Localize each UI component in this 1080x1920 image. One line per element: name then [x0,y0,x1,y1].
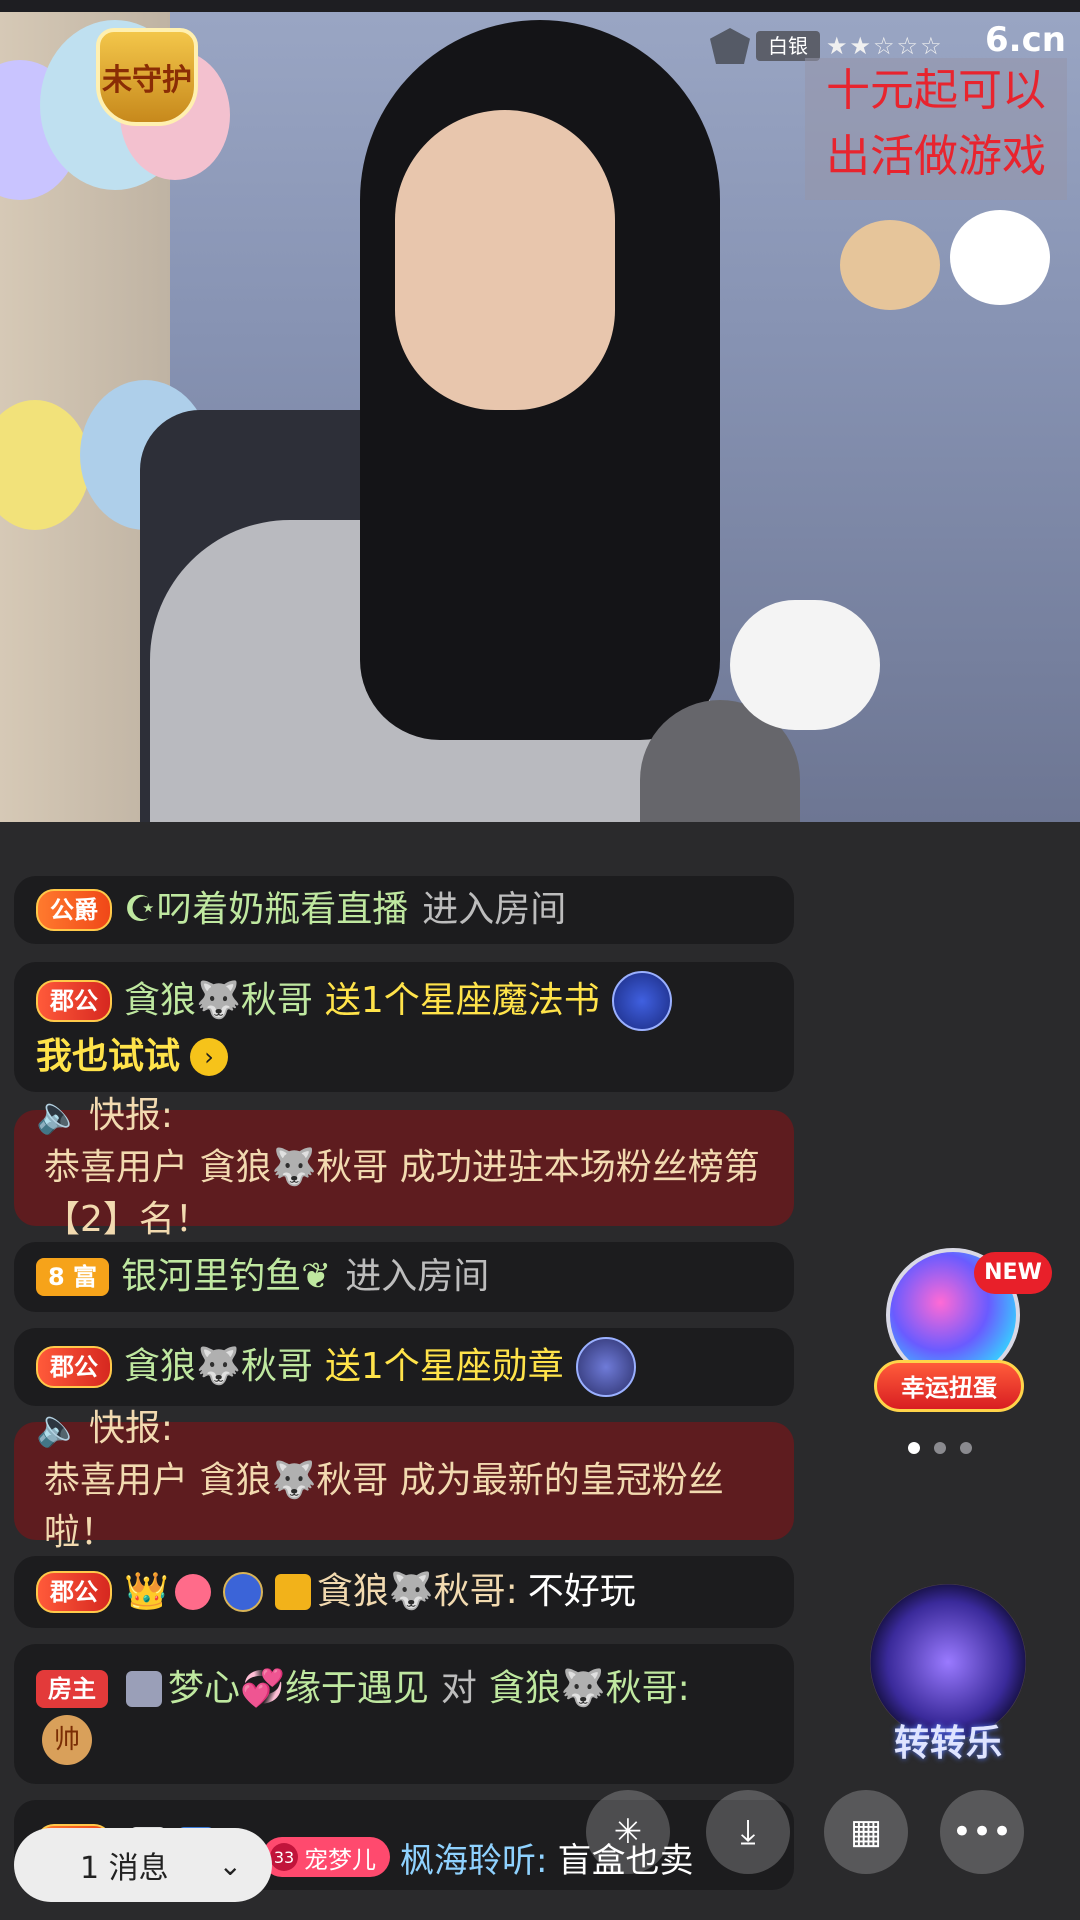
user-badge: 郡公 [36,980,112,1022]
alert-text: 恭喜用户 貪狼🐺秋哥 成为最新的皇冠粉丝啦！ [44,1460,724,1553]
try-it-link[interactable]: 我也试试 [36,1031,180,1083]
heart-medal-icon [174,1574,211,1610]
chat-message: 郡公 貪狼🐺秋哥 送1个星座勋章 [14,1328,794,1406]
more-icon: ••• [951,1812,1013,1852]
carousel-dot[interactable] [908,1442,920,1454]
reply-target[interactable]: 貪狼🐺秋哥: [489,1663,690,1715]
avatar-frame-icon [274,1574,311,1610]
rank-emblem-icon [710,28,750,64]
alert-prefix: 快报: [88,1095,173,1136]
chat-message: 郡公 👑 貪狼🐺秋哥: 不好玩 [14,1556,794,1628]
chat-message: 8 富 银河里钓鱼❦ 进入房间 [14,1242,794,1312]
more-button[interactable]: ••• [940,1790,1024,1874]
chat-username[interactable]: 貪狼🐺秋哥 [124,975,313,1027]
grid-icon: ▦ [849,1812,883,1852]
streamer-face [395,110,615,410]
chat-username[interactable]: ☪叼着奶瓶看直播 [124,884,408,936]
crown-icon: 👑 [124,1571,169,1612]
pet-name: 宠梦儿 [304,1845,376,1874]
promo-line: 十元起可以 [826,65,1046,116]
chat-username[interactable]: 枫海聆听: [400,1833,547,1882]
carousel-dots [908,1442,972,1454]
pet-level: 33 [270,1843,298,1871]
wealth-badge: 8 富 [36,1258,110,1296]
plush-toy [730,600,880,730]
diamond-icon [126,1671,162,1707]
chat-username[interactable]: 梦心💞缘于遇见 [168,1663,429,1715]
user-badge: 郡公 [36,1346,112,1388]
chat-message: 郡公 貪狼🐺秋哥 送1个星座魔法书 我也试试 › [14,962,794,1092]
promo-line: 出活做游戏 [826,131,1046,182]
pet-badge: 33 宠梦儿 [262,1837,390,1877]
chat-username[interactable]: 貪狼🐺秋哥 [124,1341,313,1393]
user-badge: 郡公 [36,1571,112,1613]
chat-message: 公爵 ☪叼着奶瓶看直播 进入房间 [14,876,794,944]
speaker-icon: 🔈 [36,1408,81,1449]
message-count: 1 消息 [80,1851,169,1886]
rank-stars: ★★☆☆☆ [826,32,944,60]
chat-username[interactable]: 貪狼🐺秋哥: [317,1566,518,1618]
share-button[interactable]: ✳ [586,1790,670,1874]
chat-emoji: 帅 [42,1715,92,1765]
chevron-right-icon[interactable]: › [190,1038,229,1076]
alert-text: 恭喜用户 貪狼🐺秋哥 成功进驻本场粉丝榜第【2】名！ [44,1147,760,1240]
spin-wheel-widget[interactable]: 转转乐 [862,1584,1034,1764]
promo-sign: 十元起可以 出活做游戏 [805,58,1067,200]
wheel-label: 转转乐 [893,1723,1002,1764]
rank-tier: 白银 [756,31,820,61]
site-logo: 6.cn [985,20,1066,60]
medal-gift-icon [575,1337,636,1397]
chat-message: 房主 梦心💞缘于遇见 对 貪狼🐺秋哥: 帅 [14,1644,794,1784]
alert-prefix: 快报: [88,1408,173,1449]
capsule-label: 幸运扭蛋 [874,1360,1024,1412]
user-badge: 公爵 [36,889,112,931]
gift-text: 送1个星座魔法书 [324,980,600,1021]
lucky-capsule-widget[interactable]: NEW 幸运扭蛋 [874,1248,1052,1428]
bottom-bar: 33 宠梦儿 枫海聆听: 盲盒也卖 1 消息 ⌄ ✳ ⤓ ▦ ••• [0,1790,1080,1920]
alert-message: 🔈 快报: 恭喜用户 貪狼🐺秋哥 成功进驻本场粉丝榜第【2】名！ [14,1095,794,1240]
star-medal-icon [222,1572,263,1612]
download-button[interactable]: ⤓ [706,1790,790,1874]
video-stream[interactable]: 未守护 白银 ★★☆☆☆ 6.cn 十元起可以 出活做游戏 [0,0,1080,822]
reply-joiner: 对 [440,1668,477,1709]
message-count-pill[interactable]: 1 消息 ⌄ [14,1828,272,1902]
host-badge: 房主 [36,1670,108,1708]
share-icon: ✳ [613,1812,643,1852]
chat-action: 进入房间 [345,1256,490,1297]
chat-username[interactable]: 银河里钓鱼❦ [121,1251,331,1303]
gift-icon [611,971,672,1031]
carousel-dot[interactable] [934,1442,946,1454]
chat-text: 不好玩 [527,1571,636,1612]
chat-action: 进入房间 [422,889,567,930]
download-icon: ⤓ [740,1812,756,1852]
speaker-icon: 🔈 [36,1095,81,1136]
guard-badge[interactable]: 未守护 [96,28,198,126]
status-strip [0,0,1080,12]
alert-message: 🔈 快报: 恭喜用户 貪狼🐺秋哥 成为最新的皇冠粉丝啦！ [14,1408,794,1553]
carousel-dot[interactable] [960,1442,972,1454]
chevron-down-icon: ⌄ [218,1848,242,1882]
gift-text: 送1个星座勋章 [324,1346,564,1387]
menu-grid-button[interactable]: ▦ [824,1790,908,1874]
new-badge: NEW [974,1252,1052,1294]
bear-bunny-sticker [830,200,1060,360]
